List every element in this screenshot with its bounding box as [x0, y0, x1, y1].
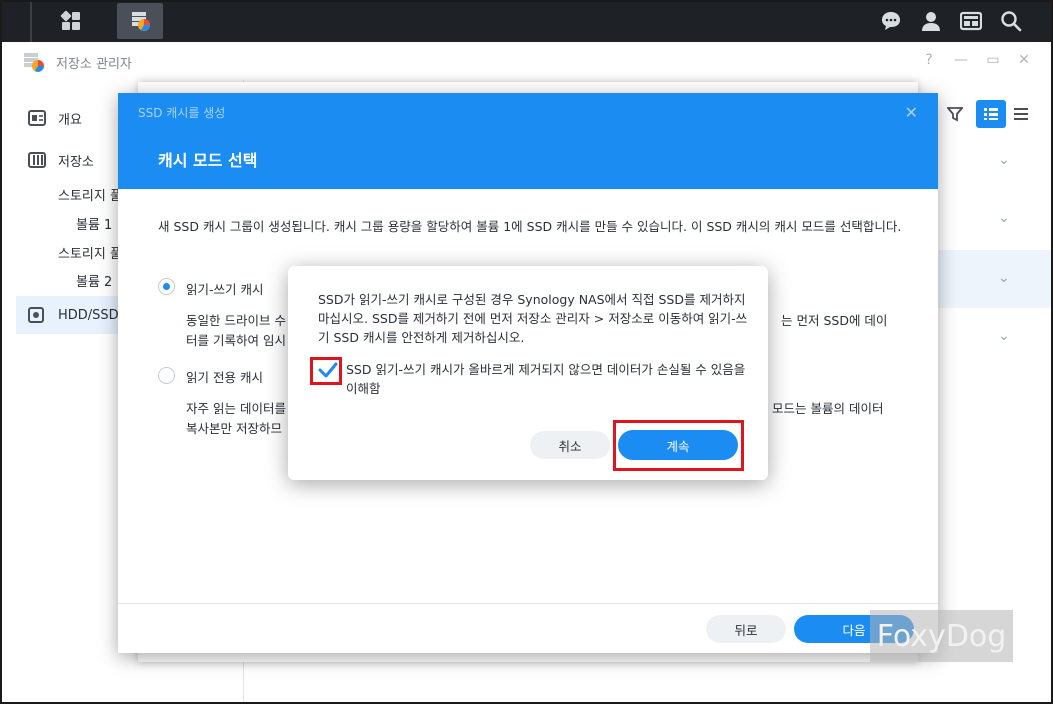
wizard-footer-divider — [118, 603, 938, 604]
chevron-down-icon[interactable]: ⌄ — [998, 328, 1010, 344]
overview-icon — [28, 110, 52, 126]
restore-icon[interactable]: ▭ — [984, 51, 1002, 69]
search-icon[interactable] — [995, 5, 1027, 37]
sidebar-item-volume-2[interactable]: 볼륨 2 — [76, 271, 112, 290]
read-only-cache-desc: 복사본만 저장하므 — [186, 421, 282, 436]
sidebar-item-label: 저장소 — [58, 154, 94, 170]
main-menu-icon[interactable] — [48, 3, 94, 39]
acknowledge-checkbox[interactable] — [318, 360, 338, 380]
read-write-cache-label[interactable]: 읽기-쓰기 캐시 — [186, 279, 263, 298]
hdd-icon — [28, 307, 52, 323]
read-write-cache-radio[interactable] — [158, 278, 175, 295]
continue-button[interactable]: 계속 — [618, 430, 738, 460]
read-write-cache-desc: 터를 기록하여 임시 — [186, 333, 286, 348]
storage-manager-taskbar-icon[interactable] — [117, 3, 163, 39]
wizard-description: 새 SSD 캐시 그룹이 생성됩니다. 캐시 그룹 용량을 할당하여 볼륨 1에… — [158, 219, 902, 234]
storage-icon — [28, 152, 52, 168]
wizard-header: SSD 캐시를 생성 ✕ 캐시 모드 선택 — [118, 93, 938, 189]
read-only-cache-desc: 자주 읽는 데이터를 — [186, 401, 286, 416]
minimize-icon[interactable]: — — [952, 51, 970, 69]
watermark: FoxyDog — [870, 610, 1013, 662]
read-write-cache-desc: 동일한 드라이브 수 — [186, 313, 286, 328]
taskbar-separator — [30, 0, 32, 42]
user-icon[interactable] — [915, 5, 947, 37]
wizard-title: 캐시 모드 선택 — [158, 151, 258, 170]
read-write-cache-desc: 는 먼저 SSD에 데이 — [781, 313, 888, 328]
acknowledge-checkbox-label[interactable]: SSD 읽기-쓰기 캐시가 올바르게 제거되지 않으면 데이터가 손실될 수 있… — [346, 360, 746, 398]
window-title-bar: 저장소 관리자 ? — ▭ ✕ — [2, 42, 1051, 80]
help-icon[interactable]: ? — [920, 51, 938, 69]
wizard-subtitle: SSD 캐시를 생성 — [138, 106, 226, 120]
filter-icon[interactable] — [940, 100, 970, 128]
chevron-down-icon[interactable]: ⌄ — [998, 210, 1010, 226]
storage-manager-app-icon — [22, 51, 46, 77]
taskbar — [0, 0, 1053, 42]
window-title: 저장소 관리자 — [56, 57, 132, 72]
read-only-cache-radio[interactable] — [158, 367, 175, 384]
confirm-dialog: SSD가 읽기-쓰기 캐시로 구성된 경우 Synology NAS에서 직접 … — [288, 266, 768, 480]
sidebar-item-volume-1[interactable]: 볼륨 1 — [76, 214, 112, 233]
read-only-cache-desc: 모드는 볼륨의 데이터 — [772, 401, 884, 416]
checkmark-icon — [318, 362, 338, 378]
widgets-icon[interactable] — [955, 5, 987, 37]
chat-icon[interactable] — [875, 5, 907, 37]
chevron-down-icon[interactable]: ⌄ — [998, 152, 1010, 168]
sidebar-item-storage-pool-1[interactable]: 스토리지 풀 — [58, 185, 122, 204]
chevron-down-icon[interactable]: ⌄ — [998, 270, 1010, 286]
read-only-cache-label[interactable]: 읽기 전용 캐시 — [186, 367, 263, 386]
cancel-button[interactable]: 취소 — [530, 431, 610, 459]
sidebar-item-label: HDD/SSD — [58, 307, 119, 323]
sidebar-item-storage-pool-2[interactable]: 스토리지 풀 — [58, 243, 122, 262]
close-icon[interactable]: ✕ — [905, 103, 918, 122]
card-view-icon[interactable] — [976, 100, 1006, 128]
back-button[interactable]: 뒤로 — [706, 615, 786, 643]
confirm-message: SSD가 읽기-쓰기 캐시로 구성된 경우 Synology NAS에서 직접 … — [318, 292, 748, 345]
list-view-icon[interactable] — [1006, 100, 1036, 128]
close-icon[interactable]: ✕ — [1015, 51, 1033, 69]
sidebar-item-label: 개요 — [58, 112, 82, 128]
